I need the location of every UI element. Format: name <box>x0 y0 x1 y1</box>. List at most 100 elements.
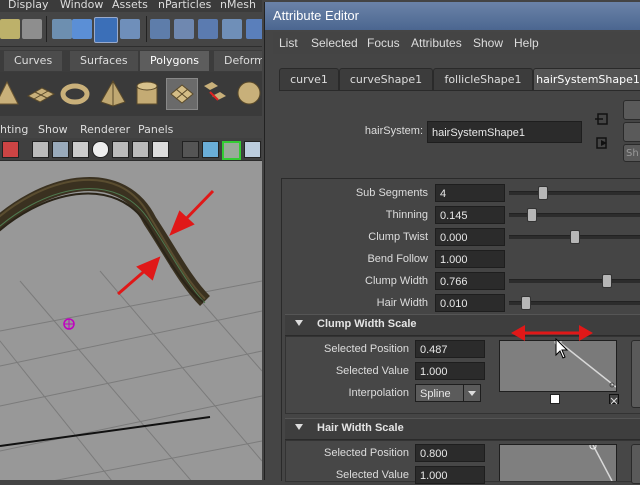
panel-menu-renderer[interactable]: Renderer <box>80 123 130 136</box>
wireframe-icon[interactable] <box>32 141 49 158</box>
menu-assets[interactable]: Assets <box>112 0 148 11</box>
chevron-down-icon[interactable] <box>463 384 481 402</box>
isolate-select-icon[interactable] <box>182 141 199 158</box>
xray-components-icon[interactable] <box>244 141 261 158</box>
tab-hairsystemshape1[interactable]: hairSystemShape1 <box>533 68 640 91</box>
select-camera-icon[interactable] <box>2 141 19 158</box>
select-object-icon[interactable] <box>72 19 92 39</box>
clump-width-field[interactable]: 0.766 <box>435 272 505 290</box>
hair-width-scale-header[interactable]: Hair Width Scale <box>285 418 640 440</box>
attribute-editor-window: Attribute Editor List Selected Focus Att… <box>264 2 640 484</box>
panel-menu-panels[interactable]: Panels <box>138 123 173 136</box>
sub-segments-slider[interactable] <box>509 191 640 195</box>
separate-icon[interactable] <box>234 78 262 108</box>
poly-plane-icon[interactable] <box>26 78 56 108</box>
hair-selected-value-field[interactable]: 1.000 <box>415 466 485 484</box>
snap-grid-icon[interactable] <box>120 19 140 39</box>
selected-value-label: Selected Value <box>335 469 409 481</box>
textured-icon[interactable] <box>92 141 109 158</box>
clump-width-slider[interactable] <box>509 279 640 283</box>
open-ramp-editor-button[interactable] <box>631 340 640 408</box>
attr-label: Clump Twist <box>368 231 428 243</box>
shelf-tab-polygons[interactable]: Polygons <box>140 51 209 71</box>
combine-icon[interactable] <box>200 78 230 108</box>
focus-node-icon[interactable] <box>595 112 609 126</box>
go-to-output-icon[interactable] <box>595 136 609 150</box>
clump-selected-position-field[interactable]: 0.487 <box>415 340 485 358</box>
poly-pipe-icon[interactable] <box>132 78 162 108</box>
hide-button[interactable]: Sh <box>623 144 640 162</box>
panel-menu-show[interactable]: Show <box>38 123 68 136</box>
clump-width-slider-handle[interactable] <box>602 274 613 288</box>
tab-divider <box>279 90 640 91</box>
menu-help[interactable]: Help <box>514 36 539 50</box>
hair-width-ramp[interactable] <box>499 444 617 481</box>
thinning-slider-handle[interactable] <box>526 208 537 222</box>
hair-width-field[interactable]: 0.010 <box>435 294 505 312</box>
select-component-icon[interactable] <box>94 17 118 43</box>
delete-ramp-point-icon[interactable] <box>609 394 619 405</box>
menu-focus[interactable]: Focus <box>367 36 400 50</box>
attr-label: Hair Width <box>376 297 428 309</box>
sub-segments-slider-handle[interactable] <box>538 186 549 200</box>
clump-selected-value-field[interactable]: 1.000 <box>415 362 485 380</box>
high-quality-icon[interactable] <box>152 141 169 158</box>
collapse-triangle-icon <box>295 424 303 430</box>
menu-window[interactable]: Window <box>60 0 103 11</box>
menu-attributes[interactable]: Attributes <box>411 36 462 50</box>
menu-show[interactable]: Show <box>473 36 503 50</box>
open-ramp-editor-button[interactable] <box>631 444 640 484</box>
presets-button[interactable] <box>623 100 640 120</box>
sub-segments-field[interactable]: 4 <box>435 184 505 202</box>
hair-width-slider-handle[interactable] <box>521 296 532 310</box>
snap-point-icon[interactable] <box>174 19 194 39</box>
menu-display[interactable]: Display <box>8 0 49 11</box>
make-live-icon[interactable] <box>222 19 242 39</box>
hair-selected-position-field[interactable]: 0.800 <box>415 444 485 462</box>
shelf-tab-surfaces[interactable]: Surfaces <box>70 51 138 71</box>
poly-cone-icon[interactable] <box>0 78 22 108</box>
tab-follicleshape1[interactable]: follicleShape1 <box>433 68 533 91</box>
xray-icon[interactable] <box>202 141 219 158</box>
window-title: Attribute Editor <box>273 8 359 23</box>
save-scene-icon[interactable] <box>22 19 42 39</box>
section-title: Clump Width Scale <box>317 318 417 330</box>
tab-curveshape1[interactable]: curveShape1 <box>339 68 433 91</box>
poly-pyramid-icon[interactable] <box>98 78 128 108</box>
shelf-tab-curves[interactable]: Curves <box>4 51 63 71</box>
panel-toolbar <box>0 138 262 161</box>
bend-follow-field[interactable]: 1.000 <box>435 250 505 268</box>
menu-nparticles[interactable]: nParticles <box>158 0 211 11</box>
open-scene-icon[interactable] <box>0 19 20 39</box>
ramp-handle-white[interactable] <box>550 394 560 404</box>
perspective-viewport[interactable] <box>0 161 262 480</box>
xray-joints-icon[interactable] <box>222 141 241 160</box>
snap-view-icon[interactable] <box>198 19 218 39</box>
poly-torus-icon[interactable] <box>60 78 90 108</box>
shadows-icon[interactable] <box>132 141 149 158</box>
tab-curve1[interactable]: curve1 <box>279 68 339 91</box>
hair-curves[interactable] <box>0 177 211 306</box>
clump-twist-slider-handle[interactable] <box>570 230 580 244</box>
wireframe-on-shaded-icon[interactable] <box>72 141 89 158</box>
menu-list[interactable]: List <box>279 36 298 50</box>
smooth-shade-icon[interactable] <box>52 141 69 158</box>
menu-selected[interactable]: Selected <box>311 36 358 50</box>
history-icon[interactable] <box>246 19 262 39</box>
attribute-editor-titlebar[interactable]: Attribute Editor <box>265 2 640 30</box>
ground-grid <box>0 265 262 480</box>
menu-nmesh[interactable]: nMesh <box>220 0 256 11</box>
thinning-field[interactable]: 0.145 <box>435 206 505 224</box>
use-all-lights-icon[interactable] <box>112 141 129 158</box>
shelf-tab-deformation[interactable]: Deformat <box>214 51 262 71</box>
show-button[interactable] <box>623 122 640 142</box>
section-title: Hair Width Scale <box>317 422 404 434</box>
attr-label: Sub Segments <box>355 187 428 199</box>
panel-menu-lighting[interactable]: hting <box>0 123 28 136</box>
snap-curve-icon[interactable] <box>150 19 170 39</box>
clump-twist-field[interactable]: 0.000 <box>435 228 505 246</box>
toolbar-divider <box>46 16 47 42</box>
poly-soccer-ball-icon[interactable] <box>166 78 198 110</box>
select-hierarchy-icon[interactable] <box>52 19 72 39</box>
node-name-field[interactable]: hairSystemShape1 <box>427 121 582 143</box>
